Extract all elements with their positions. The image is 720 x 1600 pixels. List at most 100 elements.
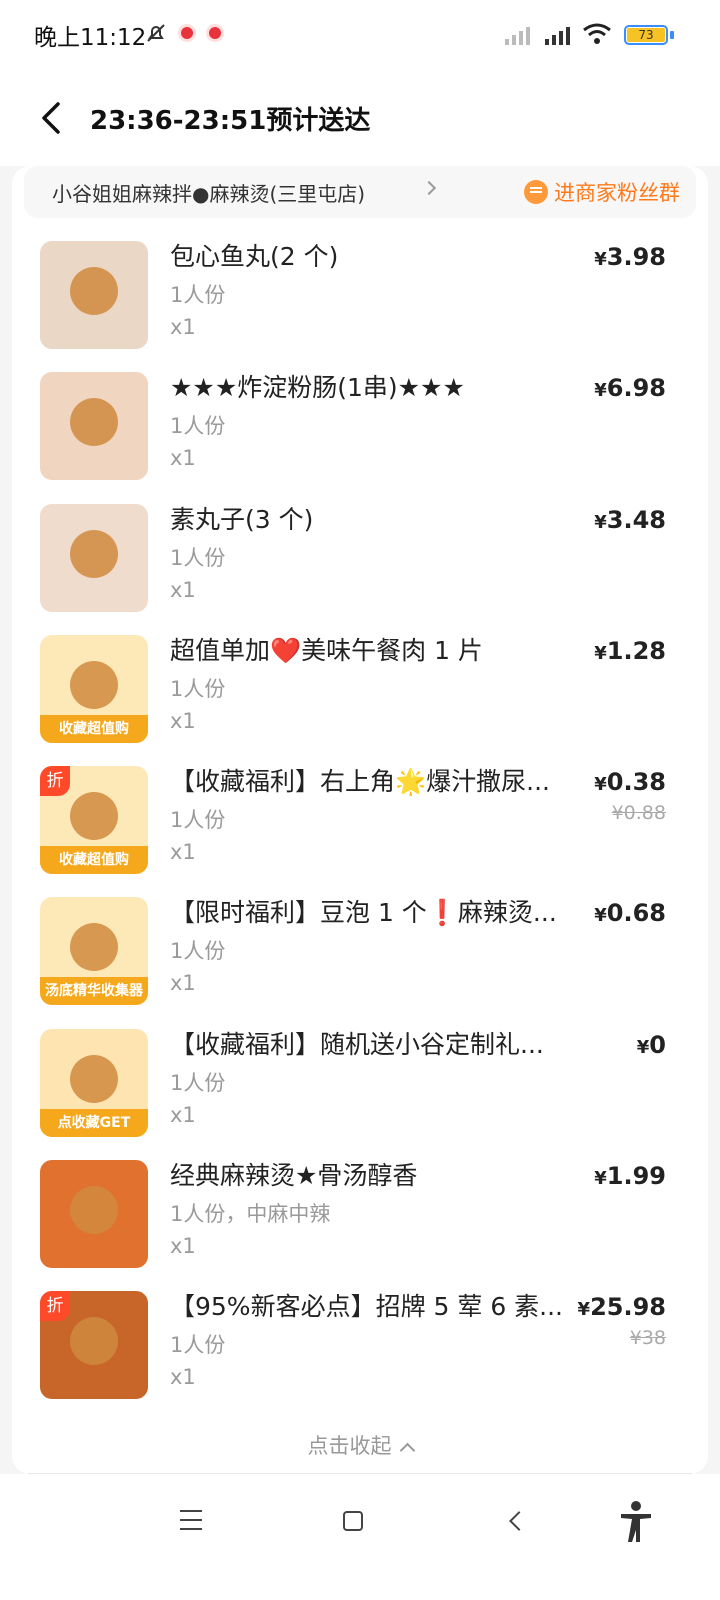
list-item[interactable]: 汤底精华收集器 【限时福利】豆泡 1 个❗麻辣烫... 1人份 x1 ¥0.68 xyxy=(12,897,708,1028)
item-name: 【95%新客必点】招牌 5 荤 6 素... xyxy=(170,1292,564,1322)
store-name[interactable]: 小谷姐姐麻辣拌●麻辣烫(三里屯店) xyxy=(52,178,365,207)
item-thumbnail[interactable]: 收藏超值购折 xyxy=(40,766,148,875)
item-thumbnail[interactable] xyxy=(40,1160,148,1269)
item-price-value: 6.98 xyxy=(606,374,666,403)
chevron-left-icon[interactable] xyxy=(32,96,76,140)
status-time: 晚上11:12 xyxy=(34,25,147,51)
item-spec: 1人份 xyxy=(170,1070,226,1095)
accessibility-icon[interactable] xyxy=(618,1500,654,1544)
wifi-icon xyxy=(583,23,611,44)
food-image xyxy=(40,372,148,481)
item-spec: 1人份，中麻中辣 xyxy=(170,1202,331,1227)
item-original-price: ¥0.88 xyxy=(611,802,666,825)
item-thumbnail[interactable] xyxy=(40,503,148,612)
currency-symbol: ¥ xyxy=(594,905,607,927)
currency-symbol: ¥ xyxy=(636,1036,650,1058)
item-thumbnail[interactable] xyxy=(40,241,148,349)
item-price: ¥6.98 xyxy=(594,372,666,407)
discount-badge: 折 xyxy=(40,1291,70,1322)
list-item[interactable]: 收藏超值购 折 【收藏福利】右上角🌟爆汁撒尿... 1人份 x1 ¥0.38 ¥0… xyxy=(12,766,708,897)
item-price-value: 1.28 xyxy=(606,636,666,665)
list-item[interactable]: 素丸子(3 个) 1人份 x1 ¥3.48 xyxy=(12,503,708,635)
item-quantity: x1 xyxy=(170,315,196,339)
item-price-value: 0.38 xyxy=(606,768,666,797)
menu-icon[interactable] xyxy=(180,1510,202,1530)
chevron-up-icon xyxy=(399,1442,415,1459)
item-quantity: x1 xyxy=(170,577,196,602)
list-item[interactable]: 收藏超值购 超值单加❤️美味午餐肉 1 片 1人份 x1 ¥1.28 xyxy=(12,634,708,766)
fans-group-link[interactable]: 进商家粉丝群 xyxy=(524,177,680,207)
battery-level: 73 xyxy=(627,28,665,42)
chat-icon xyxy=(524,180,548,204)
collapse-button[interactable]: 点击收起 xyxy=(12,1430,708,1460)
item-spec: 1人份 xyxy=(170,283,226,307)
signal-icon xyxy=(505,27,570,45)
item-list: 包心鱼丸(2 个) 1人份 x1 ¥3.98 ★★★炸淀粉肠(1串)★★★ 1人… xyxy=(12,241,708,1423)
thumb-banner: 点收藏GET xyxy=(40,1108,148,1137)
item-price: ¥1.28 xyxy=(594,635,666,670)
app-notification-icon xyxy=(206,24,224,42)
item-price: ¥0.68 xyxy=(594,897,666,932)
list-item[interactable]: 经典麻辣烫★骨汤醇香 1人份，中麻中辣 x1 ¥1.99 xyxy=(12,1160,708,1291)
system-nav-bar xyxy=(0,1474,720,1600)
food-shape xyxy=(70,660,118,709)
item-spec: 1人份 xyxy=(170,414,226,439)
list-item[interactable]: 折 【95%新客必点】招牌 5 荤 6 素... 1人份 x1 ¥25.98 ¥… xyxy=(12,1291,708,1422)
item-thumbnail[interactable]: 收藏超值购 xyxy=(40,634,148,743)
item-name: 超值单加❤️美味午餐肉 1 片 xyxy=(170,635,483,665)
battery-icon: 73 xyxy=(624,25,668,45)
bell-off-icon xyxy=(147,24,165,42)
order-items-card: 小谷姐姐麻辣拌●麻辣烫(三里屯店) 进商家粉丝群 包心鱼丸(2 个) 1人份 x… xyxy=(12,166,708,1474)
item-name: 经典麻辣烫★骨汤醇香 xyxy=(170,1161,418,1191)
store-row[interactable]: 小谷姐姐麻辣拌●麻辣烫(三里屯店) 进商家粉丝群 xyxy=(24,166,696,218)
item-original-price: ¥38 xyxy=(629,1327,666,1350)
list-item[interactable]: 点收藏GET 【收藏福利】随机送小谷定制礼... 1人份 x1 ¥0 xyxy=(12,1028,708,1160)
item-name: 【限时福利】豆泡 1 个❗麻辣烫... xyxy=(170,898,557,928)
item-quantity: x1 xyxy=(170,840,196,865)
item-price-value: 0.68 xyxy=(606,899,666,928)
item-quantity: x1 xyxy=(170,971,196,996)
item-spec: 1人份 xyxy=(170,808,226,833)
thumb-banner: 汤底精华收集器 xyxy=(40,977,148,1006)
item-spec: 1人份 xyxy=(170,676,226,701)
page-header: 23:36-23:51预计送达 xyxy=(0,70,720,166)
item-price: ¥25.98 xyxy=(578,1291,666,1326)
item-price: ¥1.99 xyxy=(594,1160,666,1195)
item-quantity: x1 xyxy=(170,446,196,471)
item-price: ¥3.98 xyxy=(594,241,666,276)
list-item[interactable]: 包心鱼丸(2 个) 1人份 x1 ¥3.98 xyxy=(12,241,708,372)
currency-symbol: ¥ xyxy=(594,774,607,796)
currency-symbol: ¥ xyxy=(594,249,607,270)
item-thumbnail[interactable]: 折 xyxy=(40,1291,148,1400)
item-price-value: 1.99 xyxy=(606,1162,666,1191)
item-spec: 1人份 xyxy=(170,939,226,964)
item-price-value: 3.48 xyxy=(606,505,666,534)
item-price: ¥0.38 xyxy=(594,766,666,801)
item-name: 【收藏福利】随机送小谷定制礼... xyxy=(170,1029,544,1059)
item-name: ★★★炸淀粉肠(1串)★★★ xyxy=(170,373,465,403)
item-price: ¥0 xyxy=(637,1029,666,1064)
food-shape xyxy=(70,1054,118,1103)
battery-tip xyxy=(670,31,674,39)
home-square-icon[interactable] xyxy=(343,1511,363,1531)
page-title: 23:36-23:51预计送达 xyxy=(90,106,371,136)
item-price-value: 25.98 xyxy=(590,1293,666,1322)
item-quantity: x1 xyxy=(170,1365,196,1390)
item-thumbnail[interactable] xyxy=(40,372,148,481)
thumb-banner: 收藏超值购 xyxy=(40,714,148,743)
item-thumbnail[interactable]: 点收藏GET xyxy=(40,1028,148,1137)
food-shape xyxy=(70,529,118,578)
item-price-value: 3.98 xyxy=(606,243,666,271)
food-shape xyxy=(70,398,118,447)
item-thumbnail[interactable]: 汤底精华收集器 xyxy=(40,897,148,1006)
item-name: 【收藏福利】右上角🌟爆汁撒尿... xyxy=(170,767,550,797)
currency-symbol: ¥ xyxy=(594,1168,607,1190)
item-price: ¥3.48 xyxy=(594,504,666,539)
status-notification-icons xyxy=(144,21,224,45)
collapse-label: 点击收起 xyxy=(307,1434,392,1458)
thumb-banner: 收藏超值购 xyxy=(40,846,148,875)
item-spec: 1人份 xyxy=(170,1333,226,1358)
item-quantity: x1 xyxy=(170,1102,196,1127)
back-triangle-icon[interactable] xyxy=(509,1511,529,1531)
list-item[interactable]: ★★★炸淀粉肠(1串)★★★ 1人份 x1 ¥6.98 xyxy=(12,372,708,503)
